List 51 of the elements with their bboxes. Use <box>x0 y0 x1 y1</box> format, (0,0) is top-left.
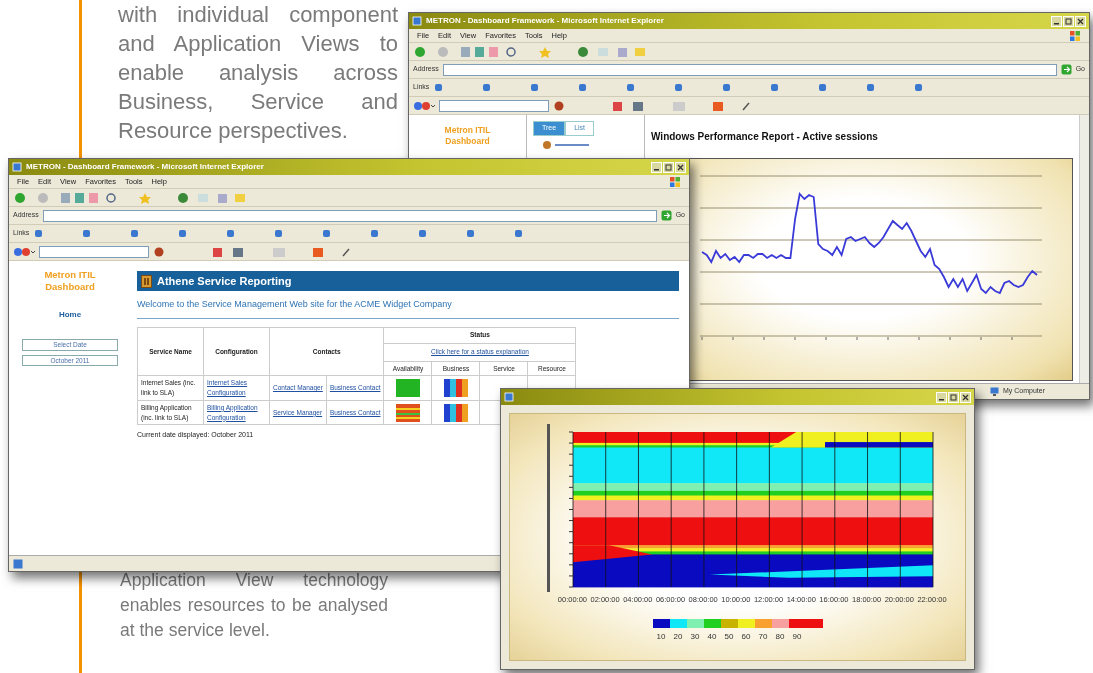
status-heatmap-icon <box>395 403 420 422</box>
toolbar-icons-drawing[interactable] <box>553 99 753 112</box>
legend-label: 30 <box>689 631 701 644</box>
maximize-icon[interactable] <box>948 391 959 403</box>
building-icon <box>141 274 152 288</box>
computer-icon <box>990 387 999 396</box>
status-heatmap-icon <box>443 379 468 397</box>
maximize-icon[interactable] <box>1063 15 1074 27</box>
windows-flag-icon <box>1069 29 1081 42</box>
welcome-text: Welcome to the Service Management Web site for the ACME Widget Company <box>137 298 453 311</box>
sidebar-title: Metron ITIL Dashboard <box>443 125 492 147</box>
browser-icon <box>504 392 514 402</box>
maximize-icon[interactable] <box>663 161 674 173</box>
go-arrow-icon[interactable] <box>1060 64 1072 75</box>
legend-label: 20 <box>672 631 684 644</box>
search-field[interactable] <box>39 245 149 258</box>
go-arrow-icon[interactable] <box>660 210 672 221</box>
browser-icon <box>12 162 22 172</box>
close-icon[interactable] <box>1075 15 1086 27</box>
window-title: METRON - Dashboard Framework - Microsoft Internet Explorer <box>26 161 264 173</box>
legend-label: 40 <box>706 631 718 644</box>
windows-flag-icon <box>669 175 681 188</box>
close-icon[interactable] <box>960 391 971 403</box>
legend-label: 50 <box>723 631 735 644</box>
toolbar-icons-drawing[interactable] <box>153 245 353 258</box>
google-toolbar-icon <box>413 99 435 112</box>
home-link[interactable]: Home <box>58 308 82 321</box>
sidebar-title: Metron ITIL Dashboard <box>43 269 97 293</box>
minimize-icon[interactable] <box>1051 15 1062 27</box>
banner-title: Athene Service Reporting <box>157 273 292 289</box>
scrollbar[interactable] <box>1079 115 1089 383</box>
google-toolbar-icon <box>13 245 35 258</box>
page-icon <box>13 558 23 569</box>
browser-icon <box>412 16 422 26</box>
status-heatmap-icon <box>395 379 420 397</box>
window-title: METRON - Dashboard Framework - Microsoft Internet Explorer <box>426 15 664 27</box>
legend-label: 70 <box>757 631 769 644</box>
address-field[interactable] <box>42 209 657 222</box>
minimize-icon[interactable] <box>651 161 662 173</box>
status-heatmap-icon <box>443 403 468 422</box>
paragraph: with individual component and Application Views to enable analysis across Business, Service and Resource perspectives. <box>118 1 398 145</box>
minimize-icon[interactable] <box>936 391 947 403</box>
search-field[interactable] <box>439 99 549 112</box>
report-title: Windows Performance Report - Active sessions <box>651 130 879 144</box>
close-icon[interactable] <box>675 161 686 173</box>
legend-label: 10 <box>655 631 667 644</box>
address-field[interactable] <box>442 63 1057 76</box>
legend-label: 60 <box>740 631 752 644</box>
legend-label: 80 <box>774 631 786 644</box>
legend-label: 90 <box>791 631 803 644</box>
paragraph: Application View technology enables resources to be analysed at the service level. <box>120 569 388 642</box>
